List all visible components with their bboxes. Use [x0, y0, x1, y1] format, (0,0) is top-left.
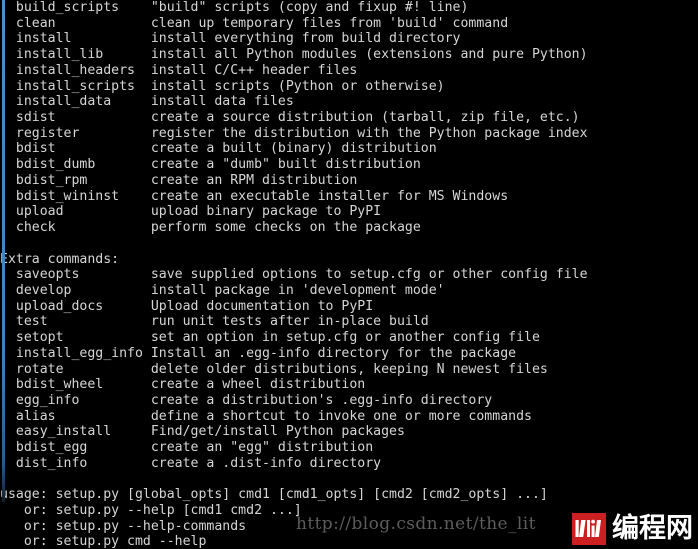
command-row: saveopts save supplied options to setup.… [0, 267, 588, 283]
command-row: upload_docs Upload documentation to PyPI [0, 298, 374, 314]
command-row: upload upload binary package to PyPI [0, 204, 382, 220]
command-row: bdist create a built (binary) distributi… [0, 141, 437, 157]
command-row: install_lib install all Python modules (… [0, 47, 588, 63]
command-row: alias define a shortcut to invoke one or… [0, 408, 532, 424]
command-row: bdist_wininst create an executable insta… [0, 188, 509, 204]
command-row: check perform some checks on the package [0, 220, 421, 236]
command-row: bdist_rpm create an RPM distribution [0, 172, 358, 188]
command-row: install_egg_info Install an .egg-info di… [0, 345, 517, 361]
console-output: build_scripts "build" scripts (copy and … [0, 0, 698, 549]
watermark-url: http://blog.csdn.net/the_lit [296, 514, 536, 534]
brand-logo: 编程网 [572, 512, 698, 546]
command-row: bdist_wheel create a wheel distribution [0, 377, 366, 393]
terminal-scrollbar[interactable] [2, 0, 5, 502]
command-row: develop install package in 'development … [0, 282, 445, 298]
command-row: dist_info create a .dist-info directory [0, 455, 382, 471]
command-row: egg_info create a distribution's .egg-in… [0, 392, 493, 408]
command-row: clean clean up temporary files from 'bui… [0, 15, 509, 31]
command-row: register register the distribution with … [0, 125, 588, 141]
command-row: easy_install Find/get/install Python pac… [0, 424, 405, 440]
terminal-window: build_scripts "build" scripts (copy and … [0, 0, 698, 549]
command-row: install_scripts install scripts (Python … [0, 78, 445, 94]
command-row: install_headers install C/C++ header fil… [0, 62, 358, 78]
extra-commands-header: Extra commands: [0, 251, 120, 267]
command-row: install_data install data files [0, 94, 294, 110]
command-row: bdist_egg create an "egg" distribution [0, 440, 374, 456]
command-row: bdist_dumb create a "dumb" built distrib… [0, 157, 421, 173]
command-row: rotate delete older distributions, keepi… [0, 361, 548, 377]
command-row: install install everything from build di… [0, 31, 461, 47]
brand-mark-icon [572, 513, 606, 545]
command-row: test run unit tests after in-place build [0, 314, 429, 330]
usage-line: usage: setup.py [global_opts] cmd1 [cmd1… [0, 487, 548, 503]
brand-text: 编程网 [612, 513, 693, 544]
command-row: build_scripts "build" scripts (copy and … [0, 0, 469, 15]
command-row: setopt set an option in setup.cfg or ano… [0, 330, 540, 346]
command-row: sdist create a source distribution (tarb… [0, 110, 580, 126]
